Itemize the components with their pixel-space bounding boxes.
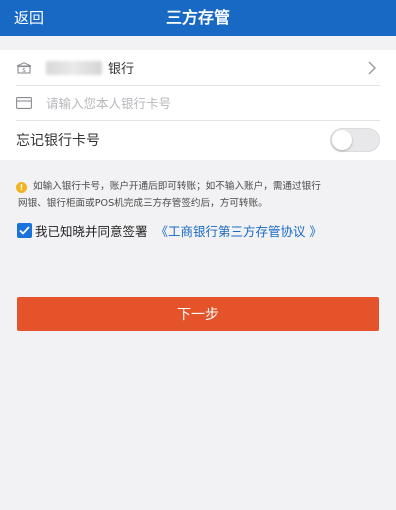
forget-card-row: 忘记银行卡号	[0, 121, 396, 159]
forget-card-toggle[interactable]	[330, 128, 380, 152]
svg-text:$: $	[22, 67, 26, 74]
bank-select-row[interactable]: $ 银行	[0, 50, 396, 85]
card-number-input[interactable]	[46, 95, 326, 111]
info-icon: !	[16, 182, 27, 193]
card-number-row	[0, 86, 396, 120]
notice-text: ! 如输入银行卡号，账户开通后即可转账；如不输入账户，需通过银行 网银、银行柜面或…	[16, 178, 382, 212]
agreement-text: 我已知晓并同意签署	[35, 223, 148, 239]
check-icon	[19, 225, 30, 235]
agreement-link[interactable]: 《工商银行第三方存管协议 》	[156, 221, 322, 240]
bank-icon: $	[16, 61, 32, 74]
chevron-right-icon	[368, 61, 376, 74]
page-title: 三方存管	[165, 8, 230, 27]
next-step-button[interactable]: 下一步	[17, 297, 379, 331]
notice-line-2: 网银、银行柜面或POS机完成三方存管签约后，方可转账。	[18, 198, 268, 209]
bank-name: 银行	[108, 62, 135, 77]
card-icon	[16, 97, 32, 109]
nav-bar: 返回 三方存管	[0, 0, 396, 36]
agreement-row: 我已知晓并同意签署 《工商银行第三方存管协议 》	[17, 221, 322, 240]
notice-line-1: 如输入银行卡号，账户开通后即可转账；如不输入账户，需通过银行	[33, 181, 321, 192]
toggle-knob	[332, 130, 352, 150]
bank-name-mask	[46, 60, 102, 75]
agreement-checkbox[interactable]	[17, 222, 32, 238]
forget-card-label: 忘记银行卡号	[16, 133, 100, 149]
